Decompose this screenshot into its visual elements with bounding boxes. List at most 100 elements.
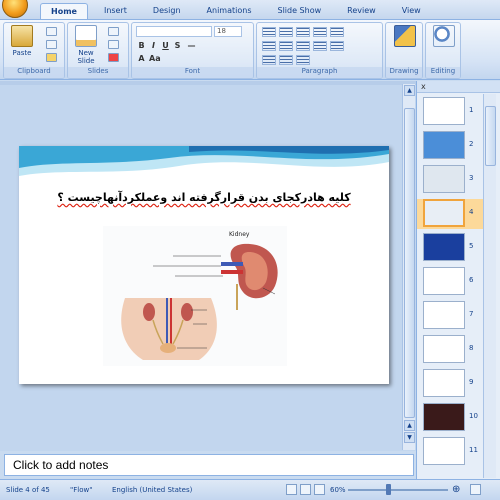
delete-slide-icon[interactable]	[108, 53, 119, 62]
slide-thumbnail[interactable]: 8	[417, 335, 487, 365]
change-case-button[interactable]: Aa	[149, 54, 161, 64]
numbering-button[interactable]	[279, 27, 293, 37]
slide-thumbnail-image	[423, 301, 465, 329]
slide-thumbnail-number: 1	[469, 106, 474, 114]
paragraph-group: Paragraph	[256, 22, 383, 79]
new-slide-button[interactable]: New Slide	[71, 25, 101, 67]
slide-sorter-view-button[interactable]	[300, 484, 311, 495]
tab-design[interactable]: Design	[143, 3, 191, 19]
new-slide-label: New Slide	[77, 49, 95, 65]
increase-indent-button[interactable]	[313, 27, 327, 37]
justify-button[interactable]	[313, 41, 327, 51]
slide-thumbnail-image	[423, 335, 465, 363]
kidney-anatomy-illustration: Kidney	[121, 231, 278, 360]
normal-view-button[interactable]	[286, 484, 297, 495]
tab-view[interactable]: View	[392, 3, 431, 19]
current-slide[interactable]: کلیه هادرکجای بدن قرارگرفته اند وعملکردآ…	[19, 146, 389, 384]
align-right-button[interactable]	[296, 41, 310, 51]
slide-scroll-thumb[interactable]	[404, 108, 415, 418]
font-color-button[interactable]: A	[137, 54, 146, 64]
next-slide-button[interactable]: ▼	[404, 432, 415, 443]
slide-thumbnail-image	[423, 437, 465, 465]
font-size-combo[interactable]: 18	[214, 26, 242, 37]
slide-thumbnail-number: 9	[469, 378, 474, 386]
slide-thumbnail[interactable]: 2	[417, 131, 487, 161]
tab-review[interactable]: Review	[337, 3, 386, 19]
drawing-group: Drawing	[385, 22, 423, 79]
text-direction-button[interactable]	[262, 55, 276, 65]
cut-icon[interactable]	[46, 27, 57, 36]
kidney-diagram: Kidney	[103, 226, 287, 366]
office-button[interactable]	[2, 0, 28, 18]
align-left-button[interactable]	[262, 41, 276, 51]
decrease-indent-button[interactable]	[296, 27, 310, 37]
zoom-in-icon[interactable]: ⊕	[452, 484, 460, 495]
zoom-level[interactable]: 60%	[330, 486, 346, 494]
slide-thumbnail-number: 3	[469, 174, 474, 182]
slide-thumbnail[interactable]: 10	[417, 403, 487, 433]
reset-icon[interactable]	[108, 40, 119, 49]
drawing-group-label: Drawing	[386, 67, 422, 78]
shadow-button[interactable]: S	[173, 41, 182, 51]
notes-pane[interactable]: Click to add notes	[4, 454, 414, 476]
close-pane-icon[interactable]: x	[421, 82, 426, 91]
drawing-button[interactable]	[389, 25, 421, 67]
font-group-label: Font	[132, 67, 253, 78]
paste-button[interactable]: Paste	[7, 25, 37, 67]
slide-thumbnail[interactable]: 5	[417, 233, 487, 263]
kidney-label: Kidney	[229, 231, 250, 238]
slide-thumbnail-number: 4	[469, 208, 474, 216]
editing-button[interactable]	[429, 25, 459, 67]
status-bar: Slide 4 of 45 "Flow" English (United Sta…	[0, 479, 500, 500]
tab-animations[interactable]: Animations	[197, 3, 262, 19]
slide-thumbnail[interactable]: 9	[417, 369, 487, 399]
layout-icon[interactable]	[108, 27, 119, 36]
previous-slide-button[interactable]: ▲	[404, 420, 415, 431]
slide-show-view-button[interactable]	[314, 484, 325, 495]
slide-thumbnail[interactable]: 6	[417, 267, 487, 297]
slide-title[interactable]: کلیه هادرکجای بدن قرارگرفته اند وعملکردآ…	[29, 191, 379, 204]
zoom-slider-knob[interactable]	[386, 484, 391, 495]
pane-tabs: x	[417, 81, 500, 93]
slide-thumbnail-image	[423, 369, 465, 397]
underline-button[interactable]: U	[161, 41, 170, 51]
slide-thumbnail-image	[423, 97, 465, 125]
paste-label: Paste	[12, 49, 32, 57]
line-spacing-button[interactable]	[330, 27, 344, 37]
tab-home[interactable]: Home	[40, 3, 88, 19]
strikethrough-button[interactable]: —	[187, 41, 196, 51]
smartart-button[interactable]	[296, 55, 310, 65]
slide-thumbnail[interactable]: 4	[417, 199, 487, 229]
columns-button[interactable]	[330, 41, 344, 51]
slide-thumbnail-image	[423, 199, 465, 227]
tab-insert[interactable]: Insert	[94, 3, 137, 19]
slide-thumbnail[interactable]: 1	[417, 97, 487, 127]
thumbnail-scroll-thumb[interactable]	[485, 106, 496, 166]
slide-vertical-scrollbar[interactable]: ▲ ▲ ▼	[402, 84, 415, 450]
italic-button[interactable]: I	[149, 41, 158, 51]
clipboard-group: Paste Clipboard	[3, 22, 65, 79]
slide-thumbnail[interactable]: 7	[417, 301, 487, 331]
new-slide-icon	[75, 25, 97, 47]
slide-thumbnail-number: 6	[469, 276, 474, 284]
align-center-button[interactable]	[279, 41, 293, 51]
editing-group-label: Editing	[426, 67, 460, 78]
fit-to-window-button[interactable]	[470, 484, 481, 495]
bold-button[interactable]: B	[137, 41, 146, 51]
slide-thumbnail[interactable]: 3	[417, 165, 487, 195]
scroll-up-arrow[interactable]: ▲	[404, 85, 415, 96]
theme-name: "Flow"	[70, 486, 93, 494]
align-text-button[interactable]	[279, 55, 293, 65]
language-indicator[interactable]: English (United States)	[112, 486, 192, 494]
bullets-button[interactable]	[262, 27, 276, 37]
format-painter-icon[interactable]	[46, 53, 57, 62]
copy-icon[interactable]	[46, 40, 57, 49]
slide-thumbnail-number: 11	[469, 446, 478, 454]
paragraph-group-label: Paragraph	[257, 67, 382, 78]
thumbnail-scrollbar[interactable]	[483, 94, 496, 478]
slide-thumbnail[interactable]: 11	[417, 437, 487, 467]
slide-thumbnail-number: 5	[469, 242, 474, 250]
font-name-combo[interactable]	[136, 26, 212, 37]
zoom-slider[interactable]	[348, 489, 448, 491]
tab-slide-show[interactable]: Slide Show	[267, 3, 331, 19]
